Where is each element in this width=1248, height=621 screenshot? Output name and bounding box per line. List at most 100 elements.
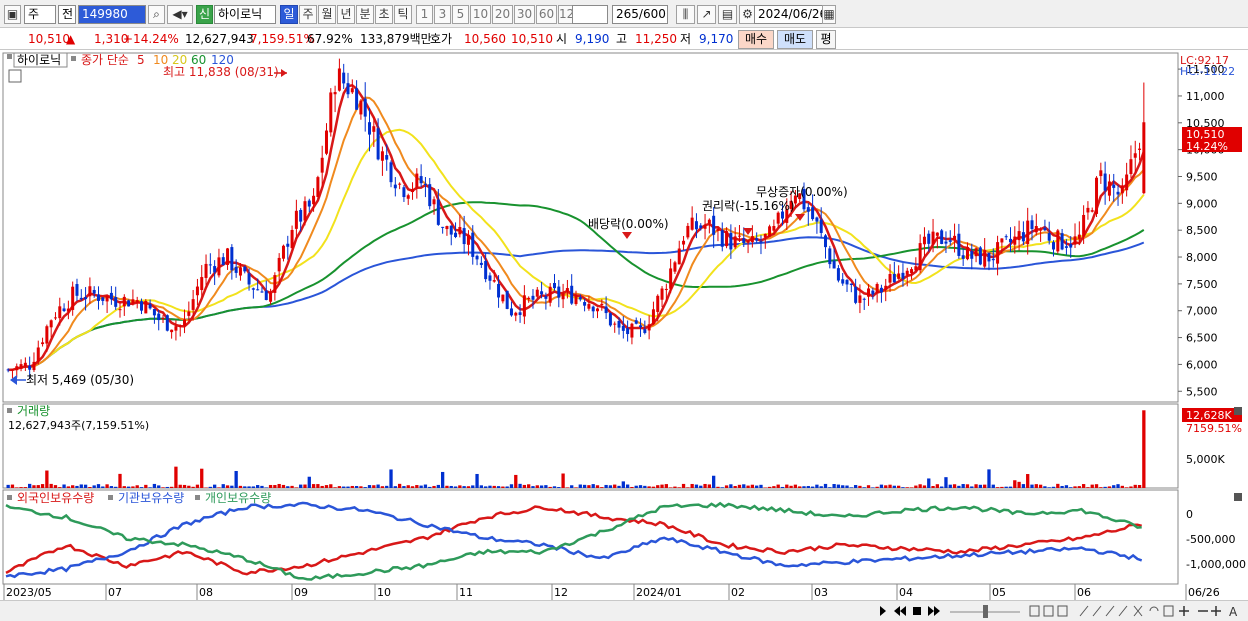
erase-icon[interactable]: [1133, 605, 1143, 617]
period-button-3[interactable]: 년: [337, 5, 355, 24]
fast-forward-icon[interactable]: [928, 606, 940, 616]
buy-button[interactable]: 매수: [738, 30, 774, 49]
candle-body: [1107, 181, 1111, 196]
candle-body: [841, 279, 845, 284]
candle-body: [699, 225, 703, 228]
rewind-icon[interactable]: [894, 606, 906, 616]
volume-bar: [621, 481, 625, 488]
volume-axis-label: 5,000K: [1186, 453, 1225, 466]
volume-bar: [342, 486, 346, 488]
price-axis-label: 7,000: [1186, 305, 1218, 318]
candle-body: [664, 288, 668, 291]
volume-bar: [1094, 484, 1099, 488]
interval-button-20[interactable]: 20: [492, 5, 513, 24]
volume-bar: [182, 484, 187, 488]
holdings-panel-close-icon[interactable]: [1234, 493, 1242, 501]
candle-style-icon[interactable]: ⫼: [676, 5, 695, 24]
layout-icon-2[interactable]: [1043, 605, 1054, 617]
interval-button-60[interactable]: 60: [536, 5, 557, 24]
calendar-icon[interactable]: ▦: [822, 5, 836, 24]
volume-bar: [230, 485, 234, 488]
volume-bar: [389, 469, 393, 488]
volume-bar: [96, 484, 101, 488]
low-label: 저: [680, 32, 692, 46]
volume-bar: [19, 487, 23, 488]
candle-body: [647, 324, 651, 331]
sell-button[interactable]: 매도: [777, 30, 813, 49]
interval-button-30[interactable]: 30: [514, 5, 535, 24]
dividend-note: 배당락(0.00%): [588, 217, 669, 231]
volume-bar: [329, 484, 333, 488]
period-button-0[interactable]: 일: [280, 5, 298, 24]
x-axis-label: 2023/05: [6, 586, 52, 599]
volume-bar: [673, 486, 677, 488]
candle-body: [1116, 191, 1120, 195]
candle-body: [725, 231, 729, 247]
stop-icon[interactable]: [913, 607, 921, 615]
volume-bar: [767, 486, 772, 488]
candle-body: [927, 233, 931, 244]
interval-button-5[interactable]: 5: [452, 5, 469, 24]
eval-button[interactable]: 평: [816, 30, 836, 49]
period-button-1[interactable]: 주: [299, 5, 317, 24]
add-panel-icon[interactable]: [1211, 606, 1221, 616]
volume-bar: [750, 484, 755, 488]
chart-svg[interactable]: 11,50011,00010,50010,0009,5009,0008,5008…: [0, 51, 1248, 601]
candle-body: [836, 268, 840, 281]
volume-panel-close-icon[interactable]: [1234, 407, 1242, 415]
drawing-tools-icon[interactable]: [1079, 605, 1128, 617]
volume-bar: [746, 485, 750, 488]
date-input[interactable]: 2024/06/26: [754, 5, 827, 24]
table-icon[interactable]: [8, 69, 22, 83]
candle-body: [436, 199, 440, 225]
refresh-icon[interactable]: [1149, 606, 1159, 612]
period-button-5[interactable]: 초: [375, 5, 393, 24]
zoom-in-icon[interactable]: [1179, 606, 1189, 616]
volume-bar: [148, 487, 152, 488]
layout-icon-1[interactable]: [1029, 605, 1040, 617]
period-button-4[interactable]: 분: [356, 5, 374, 24]
count-input[interactable]: 265/600: [612, 5, 668, 24]
drawing-tool-icon[interactable]: ↗: [697, 5, 716, 24]
interval-button-10[interactable]: 10: [470, 5, 491, 24]
chart-area[interactable]: 11,50011,00010,50010,0009,5009,0008,5008…: [0, 51, 1248, 601]
volume-bar: [212, 484, 217, 488]
x-axis-label: 04: [899, 586, 913, 599]
window-icon[interactable]: ▣: [4, 5, 21, 24]
search-icon[interactable]: ⌕: [148, 5, 165, 24]
stock-name-field[interactable]: 하이로닉: [214, 5, 276, 24]
zoom-slider-handle[interactable]: [983, 605, 988, 618]
candle-body: [712, 215, 716, 235]
save-icon[interactable]: ▤: [718, 5, 737, 24]
prev-select[interactable]: 전: [58, 5, 76, 24]
candle-body: [273, 275, 277, 293]
period-button-6[interactable]: 틱: [394, 5, 412, 24]
volume-bar: [539, 485, 544, 488]
candle-body: [458, 227, 462, 235]
period-select[interactable]: 주: [24, 5, 56, 24]
volume-bar: [983, 484, 987, 488]
volume-bar: [720, 487, 724, 488]
stock-code-input[interactable]: 149980: [78, 5, 146, 24]
candle-body: [41, 342, 45, 345]
price-axis-label: 7,500: [1186, 278, 1218, 291]
layout-icon-3[interactable]: [1057, 605, 1068, 617]
price-axis-label: 8,000: [1186, 251, 1218, 264]
candle-body: [208, 264, 212, 266]
interval-button-1[interactable]: 1: [416, 5, 433, 24]
period-button-2[interactable]: 월: [318, 5, 336, 24]
speaker-icon[interactable]: ◀▾: [167, 5, 193, 24]
candle-body: [260, 291, 264, 293]
volume-bar: [1017, 481, 1021, 488]
font-size-icon[interactable]: A: [1229, 605, 1238, 619]
candle-body: [600, 303, 604, 306]
settings-icon[interactable]: [1163, 605, 1174, 617]
volume-bar: [281, 484, 286, 488]
candle-body: [66, 308, 70, 312]
candle-body: [591, 306, 595, 312]
interval-select[interactable]: [572, 5, 608, 24]
volume-bar: [350, 485, 354, 488]
interval-button-3[interactable]: 3: [434, 5, 451, 24]
scroll-right-icon[interactable]: [880, 606, 886, 616]
candle-body: [372, 126, 376, 132]
